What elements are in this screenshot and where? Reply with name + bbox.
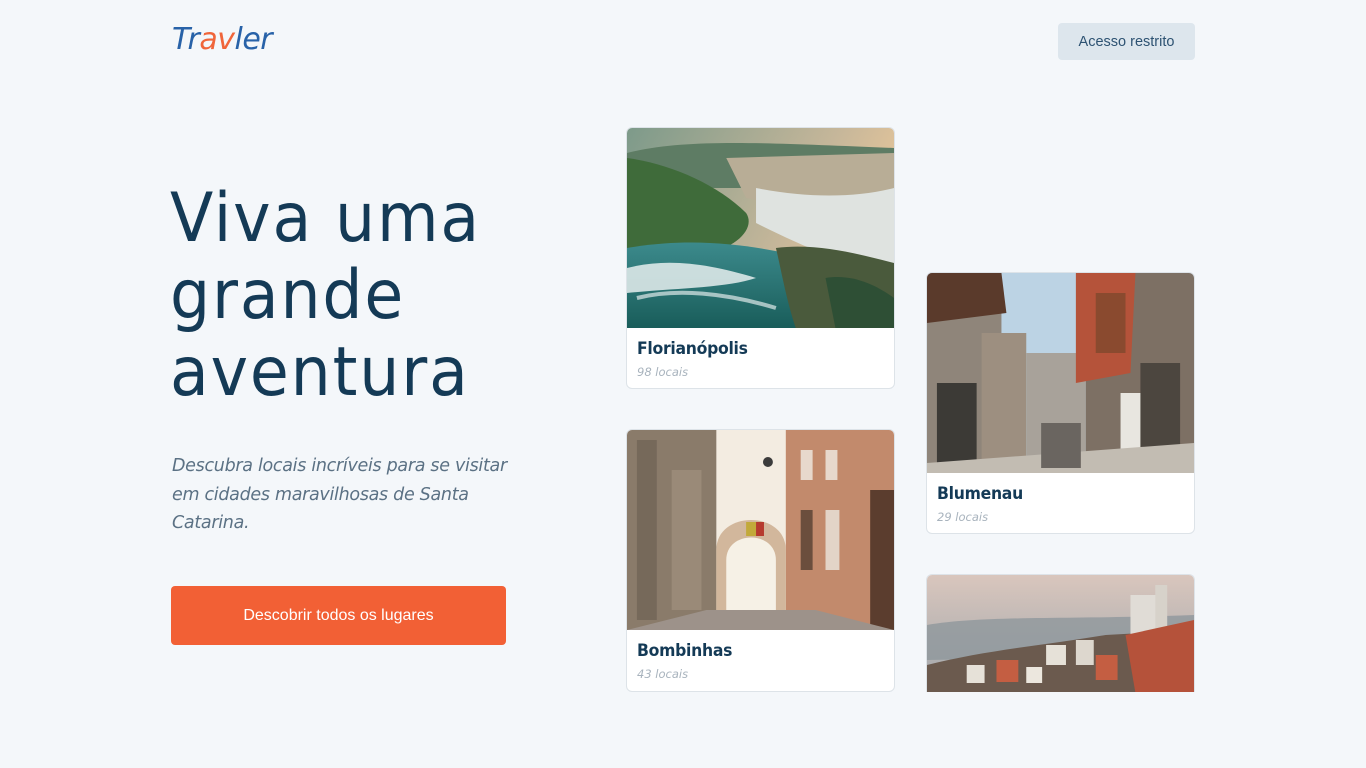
city-name: Blumenau [937,484,1023,504]
logo-part-3: ler [234,22,273,57]
discover-all-places-button[interactable]: Descobrir todos os lugares [171,586,506,645]
city-card-florianopolis[interactable]: Florianópolis 98 locais [626,127,895,389]
blumenau-photo [927,273,1194,473]
city-info: Blumenau 29 locais [927,473,1194,533]
logo-part-1: Tr [172,22,200,57]
city-photo [927,575,1194,692]
florianopolis-photo [627,128,894,328]
logo[interactable]: Travler [172,22,273,58]
city-card-bombinhas[interactable]: Bombinhas 43 locais [626,429,895,692]
hero-title-line-1: Viva uma [170,179,482,258]
city-info: Bombinhas 43 locais [627,630,894,690]
city-name: Florianópolis [637,339,748,359]
city-info: Florianópolis 98 locais [627,328,894,388]
hero-description: Descubra locais incríveis para se visita… [172,456,507,533]
places-count: 98 locais [637,365,689,379]
places-count: 29 locais [937,510,989,524]
hero-title-line-2: grande [170,256,406,335]
city-card-blumenau[interactable]: Blumenau 29 locais [926,272,1195,534]
hero-title-line-3: aventura [170,333,470,412]
city-name: Bombinhas [637,641,733,661]
hero-title: Viva uma grande aventura [170,180,561,411]
bombinhas-photo [627,430,894,630]
city-card-partial[interactable] [926,574,1195,692]
logo-part-2: av [199,22,235,57]
restricted-access-button[interactable]: Acesso restrito [1058,23,1195,60]
places-count: 43 locais [637,667,689,681]
